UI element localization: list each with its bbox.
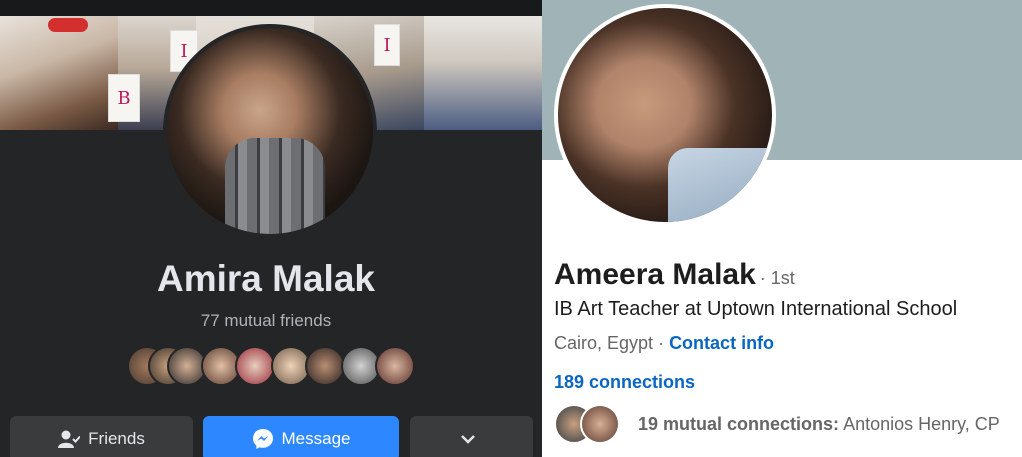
drawing-paper: B bbox=[108, 74, 140, 122]
profile-picture[interactable] bbox=[163, 24, 377, 238]
profile-name-row: Ameera Malak · 1st bbox=[554, 258, 795, 292]
chevron-down-icon bbox=[460, 434, 475, 444]
messenger-icon bbox=[252, 428, 273, 449]
friends-icon bbox=[58, 430, 81, 448]
friend-avatar[interactable] bbox=[235, 346, 275, 386]
bow-decoration bbox=[48, 18, 88, 32]
location-row: Cairo, Egypt · Contact info bbox=[554, 333, 774, 354]
drawing-paper: I bbox=[374, 24, 400, 66]
mutual-connections-names: Antonios Henry, CP bbox=[843, 414, 1000, 434]
message-button-label: Message bbox=[281, 428, 351, 448]
cover-collage-tile bbox=[424, 16, 542, 130]
connections-link[interactable]: 189 connections bbox=[554, 372, 695, 393]
denim-jacket bbox=[668, 148, 772, 222]
friend-avatar[interactable] bbox=[375, 346, 415, 386]
mutual-connections[interactable]: 19 mutual connections: Antonios Henry, C… bbox=[554, 404, 1022, 444]
friends-button-label: Friends bbox=[88, 428, 145, 448]
contact-info-link[interactable]: Contact info bbox=[669, 333, 774, 353]
plaid-sweater bbox=[225, 138, 325, 234]
profile-picture[interactable] bbox=[554, 4, 776, 226]
top-bar bbox=[0, 0, 542, 16]
mutual-connection-avatar bbox=[580, 404, 620, 444]
mutual-friends-count[interactable]: 77 mutual friends bbox=[0, 311, 532, 331]
linkedin-profile-panel: Ameera Malak · 1st IB Art Teacher at Upto… bbox=[542, 0, 1022, 457]
cover-collage-tile bbox=[0, 16, 118, 130]
profile-name: Ameera Malak bbox=[554, 258, 756, 291]
message-button[interactable]: Message bbox=[203, 416, 399, 457]
mutual-connections-count: 19 mutual connections: bbox=[638, 414, 840, 434]
location: Cairo, Egypt · bbox=[554, 333, 665, 353]
mutual-connections-text: 19 mutual connections: Antonios Henry, C… bbox=[638, 414, 1000, 435]
profile-headline: IB Art Teacher at Uptown International S… bbox=[554, 298, 958, 320]
profile-name: Amira Malak bbox=[157, 258, 375, 299]
connection-degree: · 1st bbox=[759, 268, 795, 288]
facebook-profile-panel: B I I Amira Malak 77 mutual friends Frie… bbox=[0, 0, 542, 457]
friends-button[interactable]: Friends bbox=[10, 416, 193, 457]
more-options-button[interactable] bbox=[410, 416, 533, 457]
friend-avatar[interactable] bbox=[305, 346, 345, 386]
